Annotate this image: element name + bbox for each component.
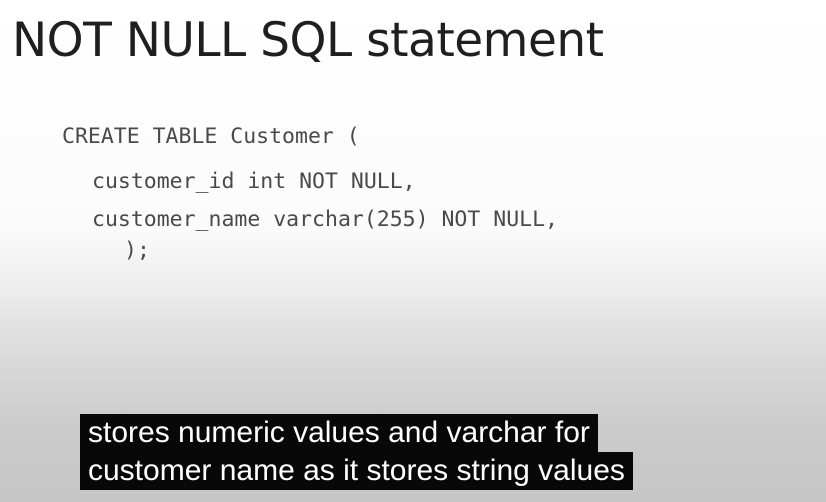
slide-title: NOT NULL SQL statement (12, 13, 604, 68)
code-line: ); (124, 238, 150, 263)
caption-line: stores numeric values and varchar for (80, 414, 598, 452)
code-line: customer_name varchar(255) NOT NULL, (92, 207, 558, 232)
sql-code-block: CREATE TABLE Customer ( customer_id int … (62, 118, 558, 268)
code-line: customer_id int NOT NULL, (92, 169, 416, 194)
code-line: CREATE TABLE Customer ( (62, 124, 360, 149)
caption-line: customer name as it stores string values (80, 452, 633, 490)
subtitle-caption: stores numeric values and varchar for cu… (80, 414, 633, 490)
